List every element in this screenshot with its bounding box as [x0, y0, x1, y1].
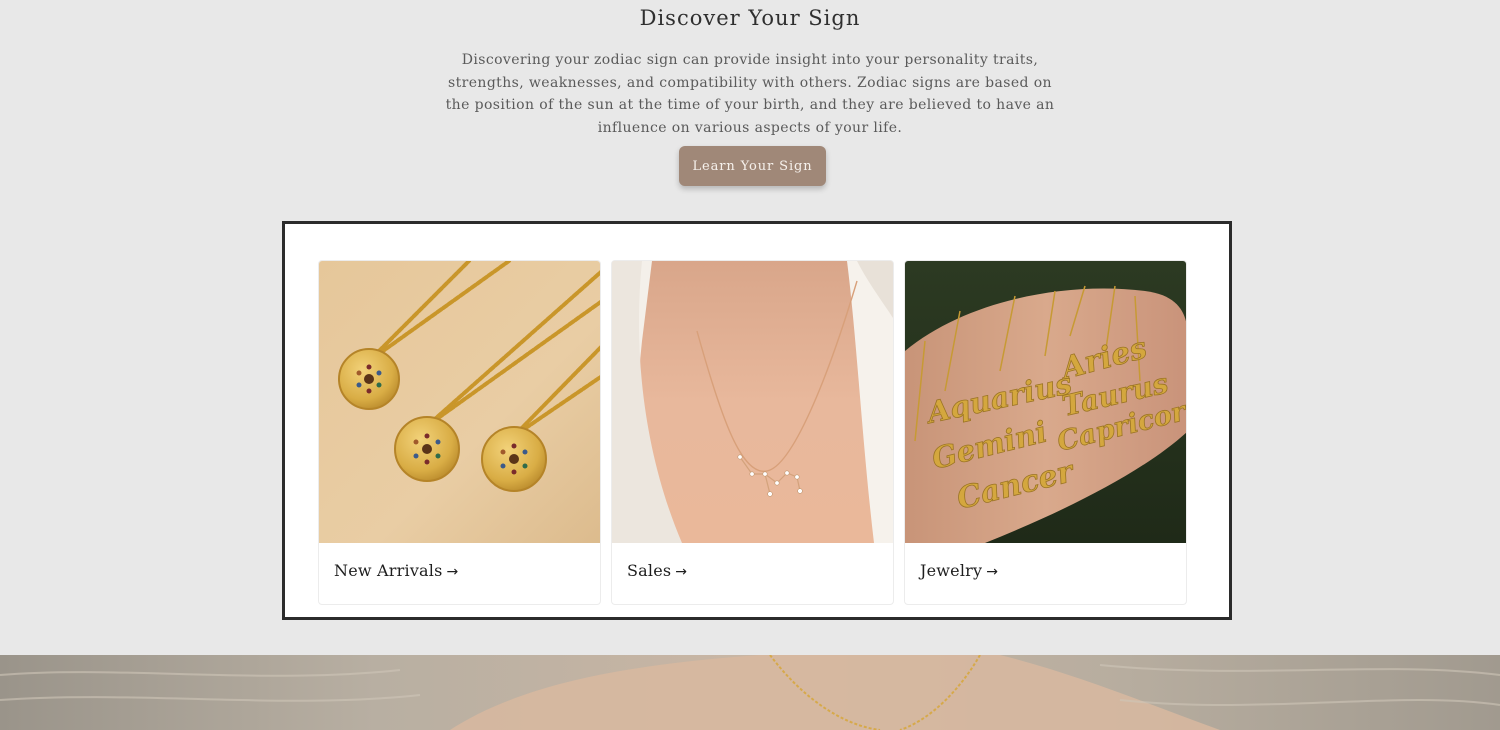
collection-title-sales[interactable]: Sales → — [627, 561, 687, 580]
collection-card-jewelry[interactable]: Aries Aquarius Taurus Gemini Capricorn C… — [904, 260, 1187, 605]
section-description: Discovering your zodiac sign can provide… — [445, 52, 1055, 136]
sales-image — [612, 261, 893, 543]
collection-list: New Arrivals → Sales → Aries Aquarius Ta… — [282, 221, 1232, 620]
arrow-right-icon: → — [675, 564, 688, 580]
arrow-right-icon: → — [446, 564, 459, 580]
new-arrivals-image — [319, 261, 600, 543]
jewelry-image: Aries Aquarius Taurus Gemini Capricorn C… — [905, 261, 1186, 543]
bottom-banner-image — [0, 655, 1500, 730]
collection-card-new-arrivals[interactable]: New Arrivals → — [318, 260, 601, 605]
learn-your-sign-button[interactable]: Learn Your Sign — [679, 146, 826, 186]
collection-card-sales[interactable]: Sales → — [611, 260, 894, 605]
arrow-right-icon: → — [986, 564, 999, 580]
page: Discover Your Sign Discovering your zodi… — [0, 0, 1500, 730]
section-title: Discover Your Sign — [639, 6, 861, 30]
collection-title-jewelry[interactable]: Jewelry → — [920, 561, 998, 580]
collection-title-new-arrivals[interactable]: New Arrivals → — [334, 561, 458, 580]
